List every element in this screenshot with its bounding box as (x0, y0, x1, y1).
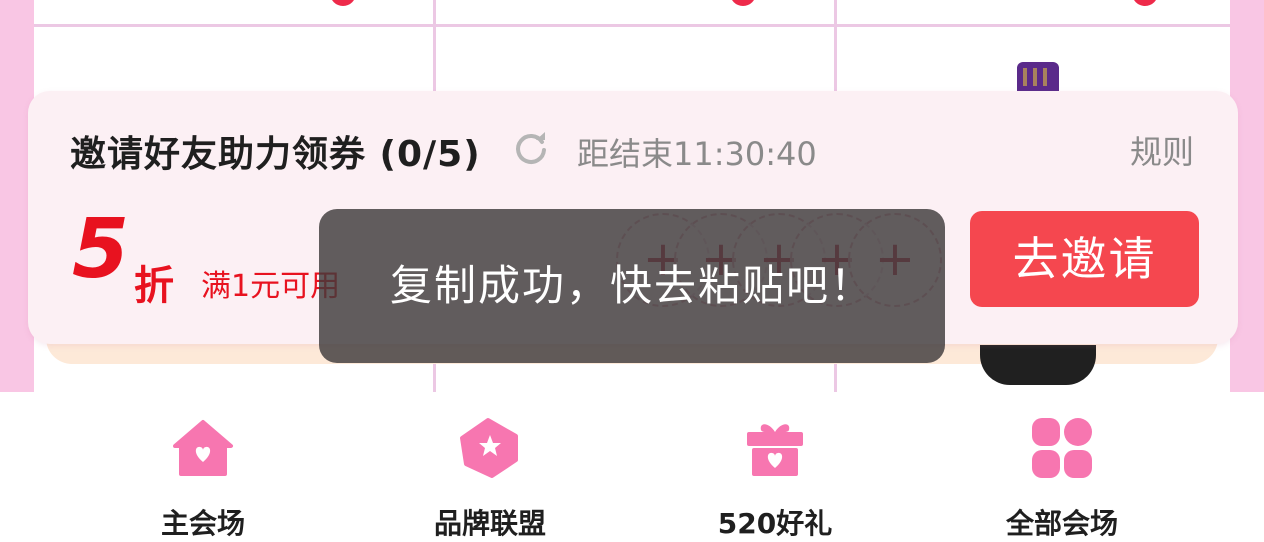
nav-item-520-gifts[interactable]: 520好礼 (675, 392, 875, 540)
invite-button[interactable]: 去邀请 (970, 211, 1199, 307)
nav-item-all-venues[interactable]: 全部会场 (962, 392, 1162, 540)
brand-tag-icon (460, 418, 518, 478)
rules-link[interactable]: 规则 (1130, 127, 1194, 173)
product-image[interactable] (1017, 62, 1059, 94)
nav-label: 520好礼 (717, 507, 833, 540)
grid-icon (1032, 418, 1092, 478)
nav-label: 主会场 (160, 507, 245, 540)
copy-success-toast: 复制成功，快去粘贴吧！ (319, 209, 945, 363)
product-image[interactable] (980, 345, 1096, 385)
discount-unit: 折 (134, 263, 174, 309)
bottom-nav: 主会场 品牌联盟 520好礼 全部会场 (0, 392, 1264, 540)
invite-title: 邀请好友助力领券 (0/5) (70, 134, 481, 175)
nav-label: 品牌联盟 (433, 507, 546, 540)
discount-value: 5 (72, 202, 130, 297)
nav-item-brand-alliance[interactable]: 品牌联盟 (390, 392, 590, 540)
refresh-icon[interactable] (514, 130, 550, 166)
nav-label: 全部会场 (1005, 507, 1118, 540)
gift-icon (747, 424, 803, 476)
heart-icon (330, 0, 356, 6)
nav-item-main-venue[interactable]: 主会场 (103, 392, 303, 540)
home-icon (173, 420, 233, 476)
heart-icon (1132, 0, 1158, 6)
grid-divider (34, 24, 1230, 27)
heart-icon (730, 0, 756, 6)
countdown-timer: 距结束11:30:40 (577, 135, 817, 173)
